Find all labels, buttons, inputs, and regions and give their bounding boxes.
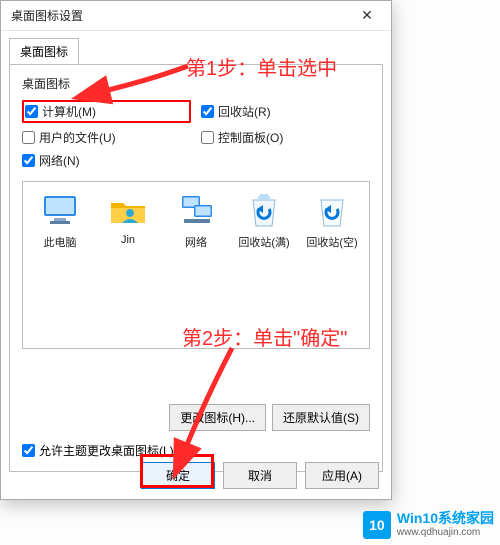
check-userfiles-label: 用户的文件(U) [39,129,116,146]
watermark-badge: 10 [363,511,391,539]
apply-button[interactable]: 应用(A) [305,462,379,489]
watermark: 10 Win10系统家园 www.qdhuajin.com [363,510,494,539]
icon-button-row: 更改图标(H)... 还原默认值(S) [169,404,370,431]
ok-button[interactable]: 确定 [141,462,215,489]
watermark-text: Win10系统家园 www.qdhuajin.com [397,510,494,539]
check-network-input[interactable] [22,154,35,167]
check-computer-input[interactable] [25,105,38,118]
dialog-buttons: 确定 取消 应用(A) [141,462,379,489]
icon-this-pc-label: 此电脑 [29,234,91,250]
icon-recycle-empty[interactable]: 回收站(空) [301,190,363,340]
check-userfiles-input[interactable] [22,131,35,144]
watermark-line2: www.qdhuajin.com [397,527,494,539]
annotation-step2: 第2步：单击"确定" [182,322,347,351]
icon-recycle-full[interactable]: 回收站(满) [233,190,295,340]
monitor-icon [40,190,80,230]
icon-network-label: 网络 [165,234,227,250]
cancel-button[interactable]: 取消 [223,462,297,489]
tab-desktop-icons[interactable]: 桌面图标 [9,38,79,65]
user-folder-icon [108,190,148,230]
close-button[interactable]: ✕ [347,2,387,30]
icon-recycle-empty-label: 回收站(空) [301,234,363,250]
window-title: 桌面图标设置 [11,7,347,24]
change-icon-button[interactable]: 更改图标(H)... [169,404,266,431]
icon-network[interactable]: 网络 [165,190,227,340]
check-computer-label: 计算机(M) [42,103,96,120]
allow-theme-input[interactable] [22,444,35,457]
check-recycle[interactable]: 回收站(R) [201,100,370,123]
titlebar: 桌面图标设置 ✕ [1,1,391,31]
check-userfiles[interactable]: 用户的文件(U) [22,129,191,146]
check-network[interactable]: 网络(N) [22,152,191,169]
tab-panel: 桌面图标 计算机(M) 回收站(R) 用户的文件(U) 控制面板(O) 网络(N… [9,64,383,472]
check-recycle-input[interactable] [201,105,214,118]
close-icon: ✕ [361,7,373,24]
watermark-line1: Win10系统家园 [397,510,494,527]
icon-user-folder-label: Jin [97,234,159,246]
check-recycle-label: 回收站(R) [218,103,271,120]
recycle-full-icon [244,190,284,230]
recycle-empty-icon [312,190,352,230]
checkbox-grid: 计算机(M) 回收站(R) 用户的文件(U) 控制面板(O) 网络(N) [22,100,370,169]
allow-theme-label: 允许主题更改桌面图标(L) [39,442,174,459]
restore-defaults-button[interactable]: 还原默认值(S) [272,404,370,431]
check-computer[interactable]: 计算机(M) [22,100,191,123]
allow-theme-checkbox[interactable]: 允许主题更改桌面图标(L) [22,442,174,459]
check-controlpanel-input[interactable] [201,131,214,144]
icon-recycle-full-label: 回收站(满) [233,234,295,250]
check-controlpanel-label: 控制面板(O) [218,129,283,146]
annotation-step1: 第1步：单击选中 [186,52,337,81]
network-icon [176,190,216,230]
check-network-label: 网络(N) [39,152,80,169]
icon-user-folder[interactable]: Jin [97,190,159,340]
icon-this-pc[interactable]: 此电脑 [29,190,91,340]
check-controlpanel[interactable]: 控制面板(O) [201,129,370,146]
